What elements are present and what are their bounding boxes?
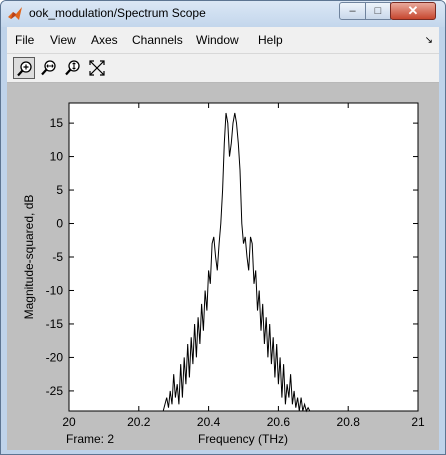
x-tick-label: 21 <box>411 415 425 429</box>
y-tick-label: -20 <box>46 350 64 364</box>
spectrum-plot[interactable]: 15 10 5 0 -5 -10 -15 -20 -25 20 20.2 20.4 20.6 20.8 2… <box>7 83 439 450</box>
y-tick-label: -10 <box>46 283 64 297</box>
menu-bar: File View Axes Channels Window Help ↘ <box>7 27 439 53</box>
maximize-button[interactable]: □ <box>365 2 391 20</box>
y-tick-label: 15 <box>50 116 64 130</box>
toolbar <box>7 53 439 83</box>
autoscale-button[interactable] <box>86 57 108 79</box>
autoscale-icon <box>89 60 105 76</box>
x-tick-label: 20 <box>62 415 76 429</box>
minimize-button[interactable]: – <box>339 2 366 20</box>
y-tick-label: 5 <box>56 183 63 197</box>
close-icon: ✕ <box>407 3 419 18</box>
y-tick-label: -5 <box>52 250 63 264</box>
x-axis-label: Frequency (THz) <box>198 432 288 446</box>
zoom-in-button[interactable] <box>13 57 35 79</box>
x-tick-label: 20.2 <box>127 415 151 429</box>
menu-axes[interactable]: Axes <box>91 33 118 47</box>
close-button[interactable]: ✕ <box>390 2 436 20</box>
zoom-y-button[interactable] <box>62 57 84 79</box>
figure-client-area: File View Axes Channels Window Help ↘ 15… <box>7 27 439 450</box>
x-tick-label: 20.6 <box>267 415 291 429</box>
zoom-x-button[interactable] <box>38 57 60 79</box>
window-title: ook_modulation/Spectrum Scope <box>29 6 206 20</box>
y-tick-label: 10 <box>50 150 64 164</box>
scope-figure: 15 10 5 0 -5 -10 -15 -20 -25 20 20.2 20.4 20.6 20.8 2… <box>7 83 439 450</box>
zoom-y-icon <box>65 60 80 76</box>
menu-window[interactable]: Window <box>196 33 239 47</box>
scope-window: ook_modulation/Spectrum Scope – □ ✕ File… <box>0 0 446 455</box>
x-tick-label: 20.8 <box>337 415 361 429</box>
dock-arrow-icon[interactable]: ↘ <box>425 35 433 46</box>
zoom-x-icon <box>41 60 56 76</box>
y-tick-label: 0 <box>56 217 63 231</box>
y-axis-label: Magnitude-squared, dB <box>22 195 36 320</box>
title-bar[interactable]: ook_modulation/Spectrum Scope – □ ✕ <box>1 1 445 27</box>
menu-channels[interactable]: Channels <box>132 33 183 47</box>
y-tick-label: -15 <box>46 317 64 331</box>
matlab-logo-icon <box>8 7 22 20</box>
menu-view[interactable]: View <box>50 33 76 47</box>
maximize-icon: □ <box>374 5 382 17</box>
minimize-icon: – <box>349 5 356 17</box>
zoom-in-icon <box>17 61 32 77</box>
frame-label: Frame: 2 <box>66 432 114 446</box>
plot-area <box>68 102 419 412</box>
x-tick-label: 20.4 <box>197 415 221 429</box>
y-tick-label: -25 <box>46 384 64 398</box>
menu-file[interactable]: File <box>15 33 34 47</box>
menu-help[interactable]: Help <box>258 33 283 47</box>
